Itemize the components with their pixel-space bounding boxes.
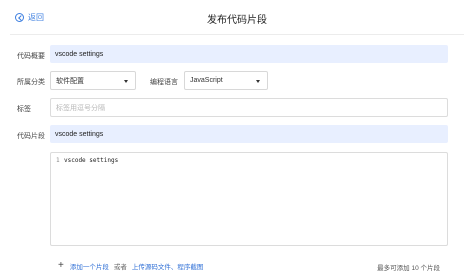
tags-input[interactable]: 标签用逗号分隔 <box>50 98 448 117</box>
line-text: vscode settings <box>64 157 119 164</box>
snippet-title-input[interactable]: vscode settings <box>50 125 448 143</box>
category-select[interactable]: 软件配置 <box>50 71 136 90</box>
snippet-actions-bar: + 添加一个片段 或者 上传源码文件、程序截图 最多可添加 10 个片段 <box>50 257 448 275</box>
or-text: 或者 <box>113 264 127 271</box>
category-label: 所属分类 <box>17 79 45 86</box>
summary-label: 代码概要 <box>17 53 45 60</box>
header-bar: 返回 发布代码片段 <box>0 0 474 36</box>
chevron-down-icon <box>124 80 128 83</box>
upload-link[interactable]: 上传源码文件、程序截图 <box>132 261 204 271</box>
snippet-title-value: vscode settings <box>55 130 104 138</box>
page-title: 发布代码片段 <box>207 15 267 26</box>
language-value: JavaScript <box>190 77 223 84</box>
tags-label: 标签 <box>17 106 31 113</box>
chevron-down-icon <box>256 80 260 83</box>
editor-line: 1 vscode settings <box>56 157 118 164</box>
header-divider <box>10 34 464 35</box>
category-value: 软件配置 <box>56 77 84 85</box>
summary-value: vscode settings <box>55 50 104 58</box>
language-select[interactable]: JavaScript <box>184 71 268 90</box>
summary-input[interactable]: vscode settings <box>50 45 448 63</box>
code-editor[interactable]: 1 vscode settings <box>50 152 448 246</box>
add-snippet-link[interactable]: 添加一个片段 <box>70 261 109 271</box>
line-number: 1 <box>56 157 60 164</box>
language-label: 编程语言 <box>150 79 178 86</box>
plus-icon[interactable]: + <box>58 261 64 271</box>
limit-note: 最多可添加 10 个片段 <box>377 265 440 272</box>
snippet-label: 代码片段 <box>17 133 45 140</box>
tags-placeholder: 标签用逗号分隔 <box>56 104 105 112</box>
